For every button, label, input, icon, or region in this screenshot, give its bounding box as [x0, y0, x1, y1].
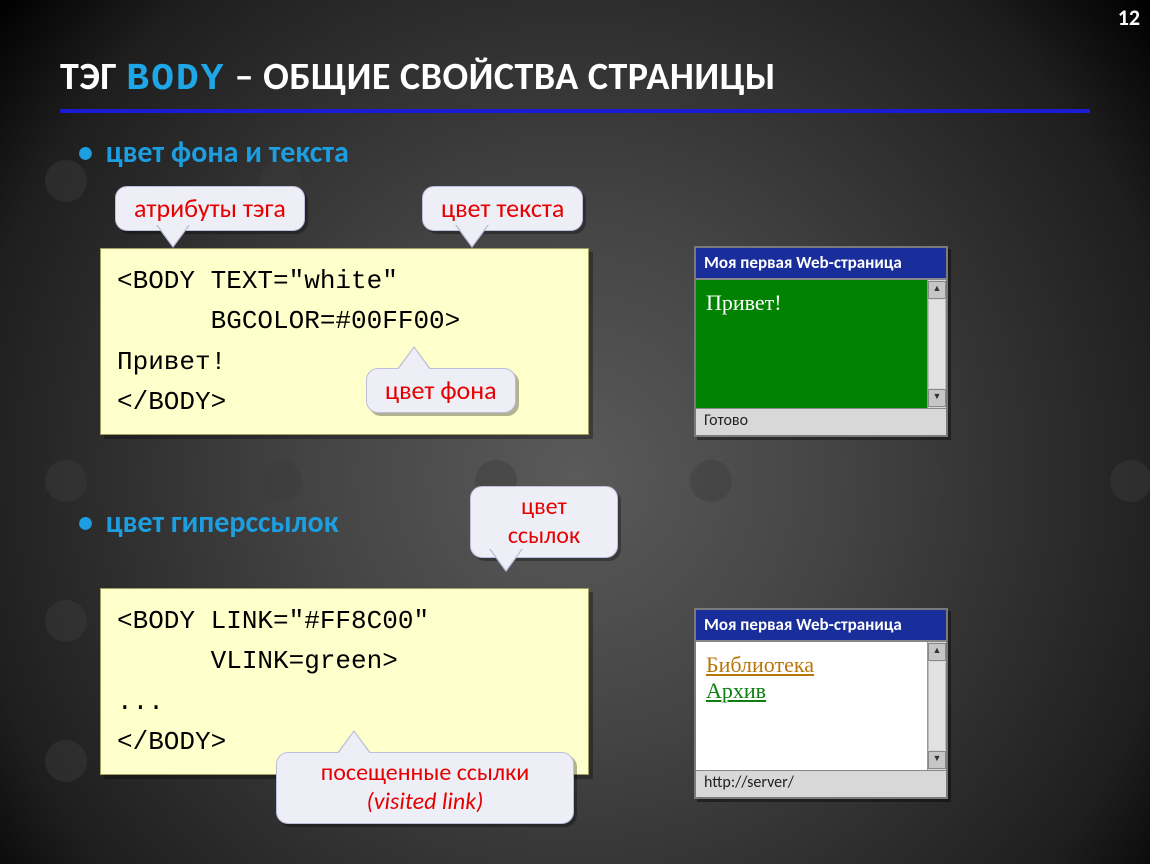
scroll-track	[928, 662, 946, 750]
callout-attributes: атрибуты тэга	[115, 186, 305, 231]
slide-title: ТЭГ BODY – ОБЩИЕ СВОЙСТВА СТРАНИЦЫ	[60, 54, 1090, 113]
preview2-link2[interactable]: Архив	[706, 678, 917, 704]
preview2-content: Библиотека Архив	[696, 642, 927, 770]
callout-vlink: посещенные ссылки (visited link)	[276, 752, 574, 824]
bullet-bg-text: цвет фона и текста	[78, 134, 349, 171]
callout-link-color-l1: цвет	[489, 493, 599, 522]
bullet-hyperlinks: цвет гиперссылок	[78, 504, 339, 541]
slide-body-tag: 12 ТЭГ BODY – ОБЩИЕ СВОЙСТВА СТРАНИЦЫ цв…	[0, 0, 1150, 864]
preview-window-2: Моя первая Web-страница Библиотека Архив…	[694, 608, 948, 799]
preview2-viewport: Библиотека Архив ▲ ▼	[696, 640, 946, 770]
callout-text-color: цвет текста	[422, 186, 583, 231]
preview1-titlebar: Моя первая Web-страница	[696, 248, 946, 278]
preview2-titlebar: Моя первая Web-страница	[696, 610, 946, 640]
preview1-viewport: Привет! ▲ ▼	[696, 278, 946, 408]
callout-link-color-l2: ссылок	[489, 522, 599, 551]
callout-text-color-text: цвет текста	[441, 192, 564, 224]
preview1-status: Готово	[696, 408, 946, 435]
callout-vlink-l1: посещенные ссылки	[295, 759, 555, 788]
callout-bg-color-text: цвет фона	[385, 374, 497, 406]
preview1-content: Привет!	[696, 280, 927, 408]
page-number: 12	[1118, 4, 1140, 31]
callout-attributes-text: атрибуты тэга	[134, 192, 286, 224]
callout-vlink-l2: (visited link)	[295, 788, 555, 817]
title-prefix: ТЭГ	[60, 54, 126, 100]
title-body-word: BODY	[126, 58, 225, 101]
preview-window-1: Моя первая Web-страница Привет! ▲ ▼ Гото…	[694, 246, 948, 437]
scroll-track	[928, 300, 946, 388]
preview2-link1[interactable]: Библиотека	[706, 652, 917, 678]
scroll-down-icon[interactable]: ▼	[928, 751, 946, 769]
scrollbar[interactable]: ▲ ▼	[927, 280, 946, 408]
callout-link-color: цвет ссылок	[470, 486, 618, 558]
callout-bg-color: цвет фона	[366, 368, 516, 413]
scroll-down-icon[interactable]: ▼	[928, 389, 946, 407]
preview2-status: http://server/	[696, 770, 946, 797]
scroll-up-icon[interactable]: ▲	[928, 643, 946, 661]
title-suffix: – ОБЩИЕ СВОЙСТВА СТРАНИЦЫ	[226, 54, 776, 100]
scrollbar[interactable]: ▲ ▼	[927, 642, 946, 770]
scroll-up-icon[interactable]: ▲	[928, 281, 946, 299]
code-box-1: <BODY TEXT="white" BGCOLOR=#00FF00> Прив…	[100, 248, 589, 435]
